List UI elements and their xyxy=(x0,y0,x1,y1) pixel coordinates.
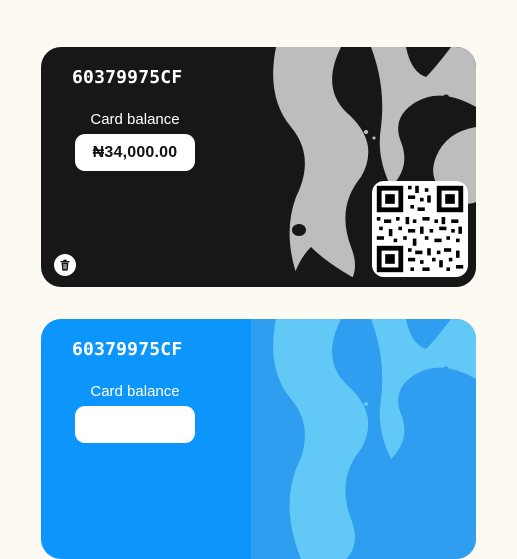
qr-code-icon xyxy=(376,185,464,273)
card-number: 60379975CF xyxy=(72,339,183,360)
qr-code[interactable] xyxy=(372,181,468,277)
delete-card-button[interactable] xyxy=(54,254,76,276)
abstract-pattern xyxy=(251,319,476,559)
card-pattern-panel xyxy=(251,319,476,559)
card-balance-label: Card balance xyxy=(90,383,180,400)
card-balance-value: ₦34,000.00 xyxy=(75,134,195,171)
card-pattern-panel xyxy=(251,47,476,287)
card-info-panel: 60379975CF Card balance ₦34,000.00 xyxy=(41,47,251,287)
card-info-panel: 60379975CF Card balance xyxy=(41,319,251,559)
card-balance-value xyxy=(75,406,195,443)
gift-card-dark[interactable]: 60379975CF Card balance ₦34,000.00 xyxy=(41,47,476,287)
card-number: 60379975CF xyxy=(72,67,183,88)
card-balance-label: Card balance xyxy=(90,111,180,128)
trash-icon xyxy=(60,259,70,271)
gift-card-blue[interactable]: 60379975CF Card balance xyxy=(41,319,476,559)
